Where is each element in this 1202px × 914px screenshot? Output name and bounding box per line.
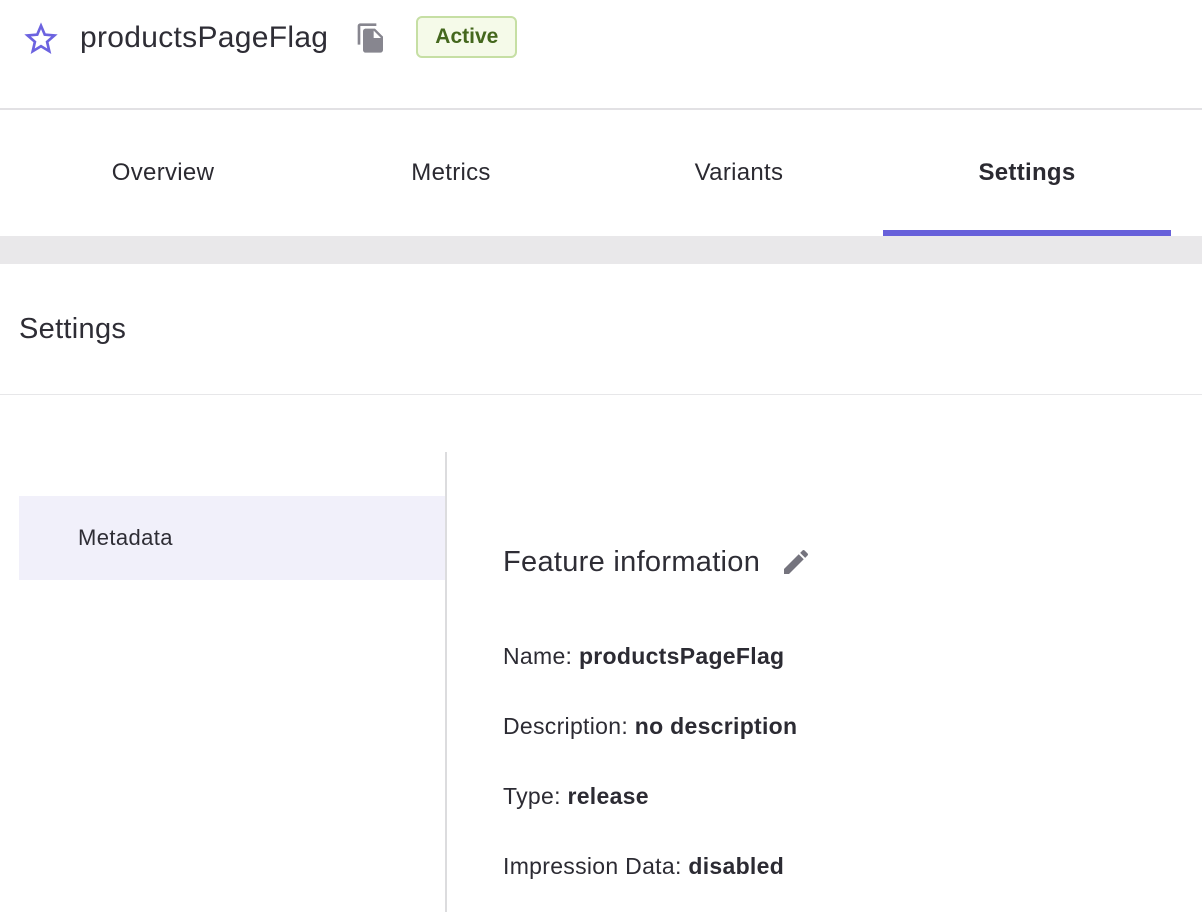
settings-heading: Settings: [19, 313, 126, 346]
field-type: Type: release: [503, 783, 1202, 810]
tab-overview[interactable]: Overview: [19, 110, 307, 236]
settings-section-header: Settings: [0, 264, 1202, 395]
flag-tab-bar: Overview Metrics Variants Settings: [0, 110, 1202, 236]
field-impression-label: Impression Data:: [503, 853, 688, 879]
copy-icon: [355, 22, 387, 54]
field-type-value: release: [567, 783, 648, 809]
vertical-divider: [445, 452, 447, 912]
copy-name-button[interactable]: [354, 21, 388, 55]
field-name-label: Name:: [503, 643, 579, 669]
field-description-value: no description: [635, 713, 798, 739]
favorite-button[interactable]: [20, 18, 62, 60]
field-impression-data: Impression Data: disabled: [503, 853, 1202, 880]
tab-variants[interactable]: Variants: [595, 110, 883, 236]
page-background-band: [0, 236, 1202, 264]
field-name: Name: productsPageFlag: [503, 643, 1202, 670]
field-description: Description: no description: [503, 713, 1202, 740]
field-description-label: Description:: [503, 713, 635, 739]
feature-fields: Name: productsPageFlag Description: no d…: [503, 643, 1202, 880]
settings-side-menu: Metadata: [19, 496, 445, 580]
field-name-value: productsPageFlag: [579, 643, 784, 669]
edit-feature-button[interactable]: [779, 545, 813, 579]
page-title: productsPageFlag: [80, 21, 328, 55]
metadata-panel: Feature information Name: productsPageFl…: [503, 545, 1202, 914]
field-impression-value: disabled: [688, 853, 784, 879]
sidebar-item-metadata[interactable]: Metadata: [19, 496, 445, 580]
tab-settings[interactable]: Settings: [883, 110, 1171, 236]
flag-header: productsPageFlag Active: [0, 0, 1202, 110]
tab-metrics[interactable]: Metrics: [307, 110, 595, 236]
section-title: Feature information: [503, 546, 760, 579]
tab-strip: Overview Metrics Variants Settings: [19, 110, 1171, 236]
section-title-row: Feature information: [503, 545, 1202, 579]
settings-content: Metadata Feature information Name: produ…: [0, 395, 1202, 912]
field-type-label: Type:: [503, 783, 567, 809]
sidebar-item-label: Metadata: [78, 525, 173, 551]
pencil-icon: [780, 546, 812, 578]
status-badge: Active: [416, 16, 517, 58]
star-icon: [21, 19, 61, 59]
